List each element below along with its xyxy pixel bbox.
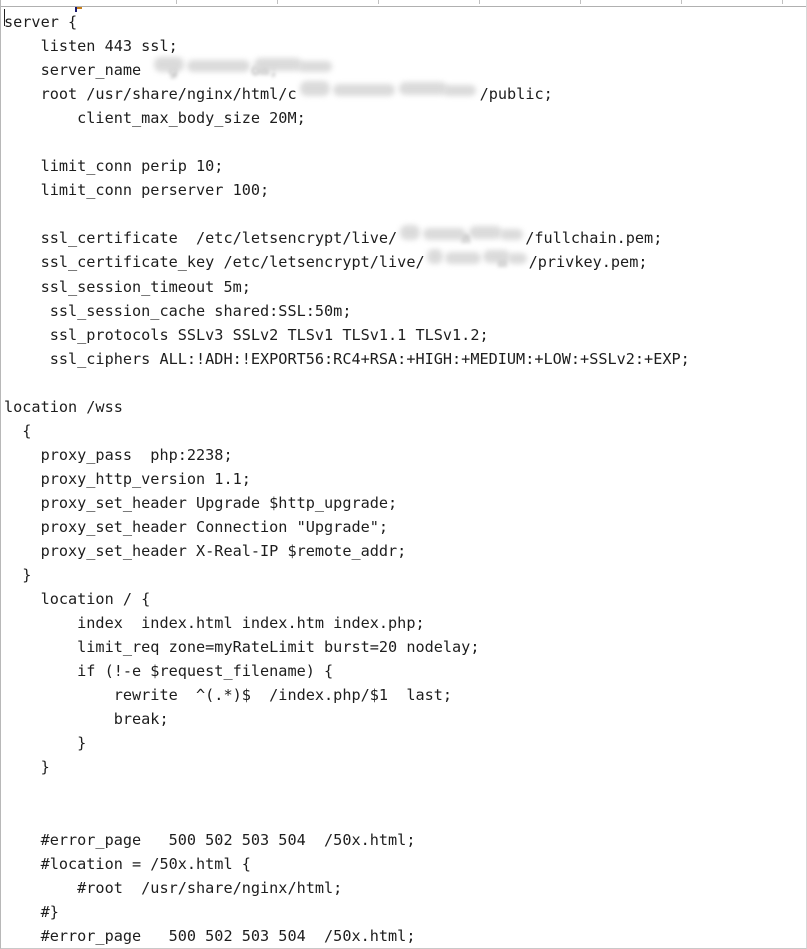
ruler-tick bbox=[782, 0, 783, 4]
ruler-tick bbox=[378, 0, 379, 4]
code-line[interactable]: #location = /50x.html { bbox=[4, 852, 806, 876]
code-line-text-tail: /public; bbox=[479, 85, 553, 104]
redacted-domain: m bbox=[425, 249, 529, 271]
code-line[interactable]: limit_conn perserver 100; bbox=[4, 178, 806, 202]
code-line[interactable] bbox=[4, 130, 806, 154]
redacted-domain: m bbox=[397, 225, 525, 247]
code-line-text: { bbox=[4, 421, 32, 440]
code-line[interactable]: #} bbox=[4, 900, 806, 924]
code-line[interactable] bbox=[4, 371, 806, 395]
code-line[interactable]: location / { bbox=[4, 587, 806, 611]
code-line-text: index index.html index.htm index.php; bbox=[4, 614, 425, 633]
code-line[interactable]: proxy_set_header Connection "Upgrade"; bbox=[4, 515, 806, 539]
code-line-text-tail: /fullchain.pem; bbox=[525, 229, 663, 248]
code-line-text: limit_conn perip 10; bbox=[4, 157, 224, 176]
code-line[interactable]: ssl_protocols SSLv3 SSLv2 TLSv1 TLSv1.1 … bbox=[4, 323, 806, 347]
code-line[interactable]: listen 443 ssl; bbox=[4, 34, 806, 58]
code-line-text: } bbox=[4, 734, 87, 753]
code-line[interactable]: rewrite ^(.*)$ /index.php/$1 last; bbox=[4, 683, 806, 707]
code-line-text: break; bbox=[4, 710, 169, 729]
code-line-text: proxy_set_header X-Real-IP $remote_addr; bbox=[4, 542, 407, 561]
code-line-text: } bbox=[4, 566, 32, 585]
code-line[interactable]: #error_page 500 502 503 504 /50x.html; bbox=[4, 924, 806, 948]
code-line[interactable] bbox=[4, 780, 806, 804]
code-line-text: location / { bbox=[4, 590, 151, 609]
code-line[interactable]: proxy_set_header Upgrade $http_upgrade; bbox=[4, 491, 806, 515]
code-line[interactable]: location /wss bbox=[4, 395, 806, 419]
code-line[interactable]: limit_conn perip 10; bbox=[4, 154, 806, 178]
code-line[interactable] bbox=[4, 804, 806, 828]
code-line-text: if (!-e $request_filename) { bbox=[4, 662, 334, 681]
ruler-tick bbox=[580, 0, 581, 4]
code-line[interactable]: ssl_session_timeout 5m; bbox=[4, 275, 806, 299]
code-line-text: #error_page 500 502 503 504 /50x.html; bbox=[4, 926, 416, 945]
code-line[interactable]: if (!-e $request_filename) { bbox=[4, 659, 806, 683]
code-line[interactable]: { bbox=[4, 419, 806, 443]
code-line[interactable]: ssl_session_cache shared:SSL:50m; bbox=[4, 299, 806, 323]
code-line[interactable]: ssl_certificate /etc/letsencrypt/live/ m… bbox=[4, 225, 806, 250]
code-line[interactable]: server { bbox=[4, 10, 806, 34]
code-line[interactable]: #error_page 500 502 503 504 /50x.html; bbox=[4, 828, 806, 852]
code-line-text: limit_req zone=myRateLimit burst=20 node… bbox=[4, 638, 480, 657]
code-line-text: proxy_http_version 1.1; bbox=[4, 469, 251, 488]
code-line-text: ssl_certificate_key /etc/letsencrypt/liv… bbox=[4, 253, 425, 272]
code-line[interactable]: break; bbox=[4, 707, 806, 731]
code-line-text-tail: /privkey.pem; bbox=[528, 253, 648, 272]
code-line[interactable]: limit_req zone=myRateLimit burst=20 node… bbox=[4, 635, 806, 659]
code-line-text: client_max_body_size 20M; bbox=[4, 109, 306, 128]
code-line[interactable]: ssl_ciphers ALL:!ADH:!EXPORT56:RC4+RSA:+… bbox=[4, 347, 806, 371]
code-line-text: #} bbox=[4, 902, 59, 921]
code-line-text: proxy_set_header Upgrade $http_upgrade; bbox=[4, 493, 398, 512]
ruler-tick bbox=[176, 0, 177, 4]
code-line[interactable]: #root /usr/share/nginx/html; bbox=[4, 876, 806, 900]
code-line-text: ssl_ciphers ALL:!ADH:!EXPORT56:RC4+RSA:+… bbox=[4, 349, 690, 368]
code-line-text: location /wss bbox=[4, 397, 123, 416]
code-line[interactable]: } bbox=[4, 731, 806, 755]
tab-stop-ruler[interactable] bbox=[1, 0, 806, 7]
code-line[interactable]: ssl_certificate_key /etc/letsencrypt/liv… bbox=[4, 249, 806, 274]
code-line[interactable]: server_name g om; bbox=[4, 57, 806, 82]
code-line-text: proxy_pass php:2238; bbox=[4, 445, 233, 464]
redacted-domain bbox=[297, 81, 480, 100]
code-line[interactable]: proxy_http_version 1.1; bbox=[4, 467, 806, 491]
ruler-tick bbox=[277, 0, 278, 4]
code-line-text: root /usr/share/nginx/html/c bbox=[4, 85, 297, 104]
config-editor-window: server { listen 443 ssl; server_name g o… bbox=[0, 0, 807, 949]
code-line[interactable]: proxy_pass php:2238; bbox=[4, 443, 806, 467]
code-line-text: server_name bbox=[4, 61, 151, 80]
code-line-text: #error_page 500 502 503 504 /50x.html; bbox=[4, 830, 416, 849]
ruler-tick bbox=[681, 0, 682, 4]
code-text-area[interactable]: server { listen 443 ssl; server_name g o… bbox=[1, 7, 806, 948]
code-line-text: proxy_set_header Connection "Upgrade"; bbox=[4, 517, 389, 536]
code-line-text: #location = /50x.html { bbox=[4, 854, 251, 873]
code-line[interactable]: } bbox=[4, 563, 806, 587]
code-line-text: ssl_protocols SSLv3 SSLv2 TLSv1 TLSv1.1 … bbox=[4, 325, 489, 344]
code-line[interactable] bbox=[4, 202, 806, 226]
code-line[interactable]: root /usr/share/nginx/html/c /public; bbox=[4, 81, 806, 106]
code-line-text: ssl_certificate /etc/letsencrypt/live/ bbox=[4, 229, 398, 248]
code-line-text: listen 443 ssl; bbox=[4, 37, 178, 56]
ruler-tick bbox=[479, 0, 480, 4]
code-line-text: limit_conn perserver 100; bbox=[4, 181, 270, 200]
code-line-text: ssl_session_cache shared:SSL:50m; bbox=[4, 301, 352, 320]
code-line-text: ssl_session_timeout 5m; bbox=[4, 277, 251, 296]
redacted-domain: g om; bbox=[150, 57, 335, 79]
code-line[interactable]: } bbox=[4, 755, 806, 779]
code-line-text: } bbox=[4, 758, 50, 777]
code-line-text: #root /usr/share/nginx/html; bbox=[4, 878, 343, 897]
code-line[interactable]: proxy_set_header X-Real-IP $remote_addr; bbox=[4, 539, 806, 563]
code-line-text: rewrite ^(.*)$ /index.php/$1 last; bbox=[4, 686, 453, 705]
code-line[interactable]: client_max_body_size 20M; bbox=[4, 106, 806, 130]
code-line[interactable]: index index.html index.htm index.php; bbox=[4, 611, 806, 635]
code-line-text: server { bbox=[4, 13, 78, 31]
